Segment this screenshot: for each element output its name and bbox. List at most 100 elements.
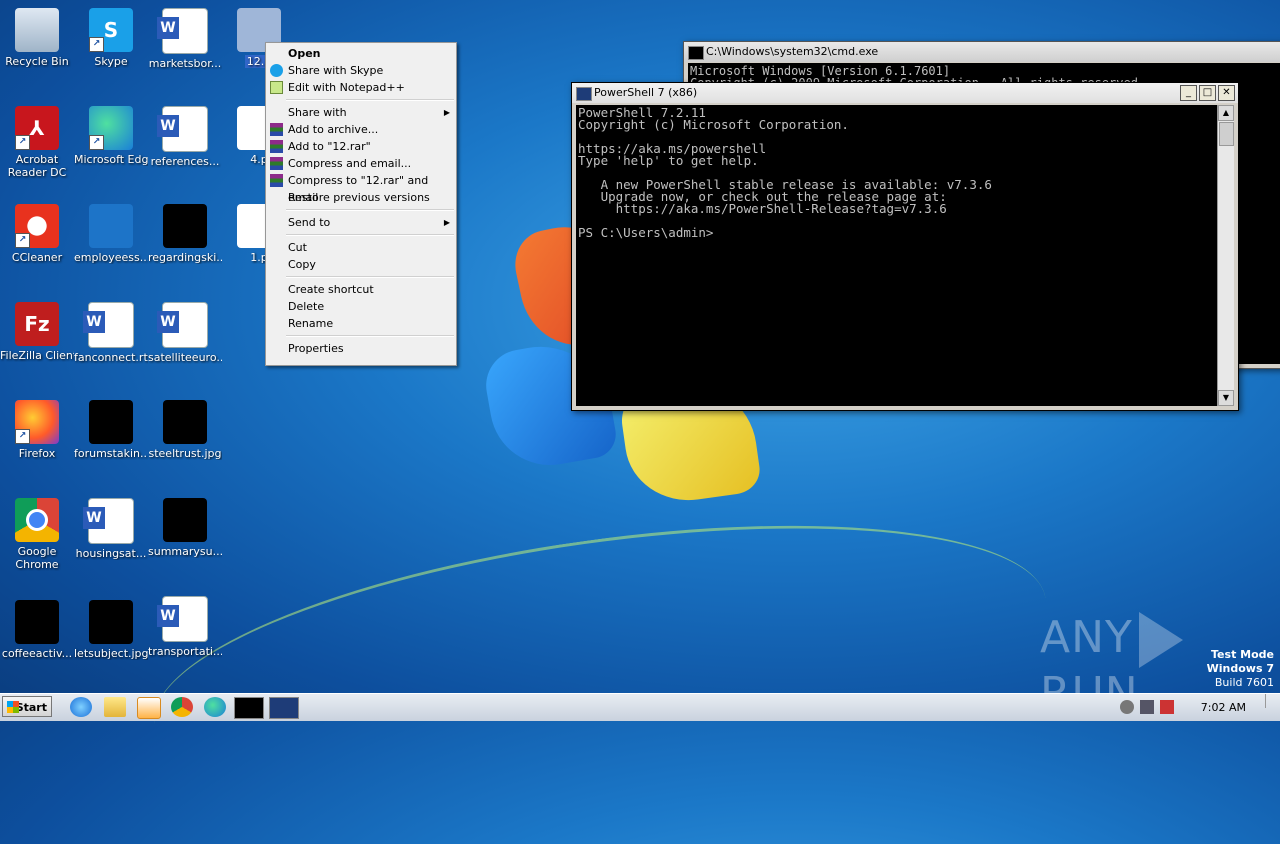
icon-label: Skype [94, 55, 128, 68]
desktop-icon-acrobat[interactable]: ⅄ ↗ Acrobat Reader DC [0, 106, 74, 179]
desktop-icon-regardingski[interactable]: regardingski... [148, 204, 222, 264]
console-prompt[interactable]: PS C:\Users\admin> [578, 226, 1220, 239]
menu-item-send-to[interactable]: Send to ▶ [266, 214, 456, 231]
image-file-icon [163, 204, 207, 248]
skype-icon [270, 64, 283, 77]
menu-item-cut[interactable]: Cut [266, 239, 456, 256]
volume-icon[interactable] [1120, 700, 1134, 714]
cmd-icon [688, 46, 704, 60]
desktop-icon-marketsbor[interactable]: marketsbor... [148, 8, 222, 70]
cmd-taskbar-icon[interactable] [234, 697, 264, 719]
submenu-arrow-icon: ▶ [443, 108, 450, 117]
powershell-window[interactable]: PowerShell 7 (x86) _ □ ✕ PowerShell 7.2.… [571, 82, 1239, 411]
icon-label: employeess... [74, 251, 148, 264]
scroll-thumb[interactable] [1219, 122, 1234, 146]
menu-item-restore-versions[interactable]: Restore previous versions [266, 189, 456, 206]
icon-label: regardingski... [148, 251, 222, 264]
menu-label: Cut [288, 241, 307, 254]
menu-separator [286, 99, 454, 101]
skype-icon: S ↗ [89, 8, 133, 52]
network-icon[interactable] [1140, 700, 1154, 714]
scroll-down-icon[interactable]: ▼ [1218, 390, 1234, 406]
desktop-icon-firefox[interactable]: ↗ Firefox [0, 400, 74, 460]
menu-item-share-with[interactable]: Share with ▶ [266, 104, 456, 121]
edge-icon[interactable] [204, 697, 226, 717]
menu-separator [286, 234, 454, 236]
menu-item-share-skype[interactable]: Share with Skype [266, 62, 456, 79]
icon-label: Firefox [18, 447, 56, 460]
start-button[interactable]: Start [2, 696, 52, 717]
menu-item-open[interactable]: Open [266, 45, 456, 62]
desktop-icon-references[interactable]: references... [148, 106, 222, 168]
chrome-icon [15, 498, 59, 542]
menu-item-compress-rar-email[interactable]: Compress to "12.rar" and email [266, 172, 456, 204]
vertical-scrollbar[interactable]: ▲ ▼ [1217, 105, 1234, 406]
console-line: Copyright (c) Microsoft Corporation. [578, 117, 849, 132]
menu-label: Rename [288, 317, 334, 330]
menu-label: Properties [288, 342, 344, 355]
menu-label: Create shortcut [288, 283, 374, 296]
edge-icon: ↗ [89, 106, 133, 150]
powershell-taskbar-icon[interactable] [269, 697, 299, 719]
maximize-button[interactable]: □ [1199, 85, 1216, 101]
menu-item-compress-email[interactable]: Compress and email... [266, 155, 456, 172]
desktop-icon-coffeeactiv[interactable]: coffeeactiv... [0, 600, 74, 660]
menu-item-edit-notepad[interactable]: Edit with Notepad++ [266, 79, 456, 96]
icon-label: Google Chrome [15, 545, 59, 571]
menu-item-add-archive[interactable]: Add to archive... [266, 121, 456, 138]
test-mode-line: Test Mode [1211, 648, 1274, 661]
console-line: https://aka.ms/PowerShell-Release?tag=v7… [578, 201, 947, 216]
icon-label: satelliteeuro... [148, 351, 222, 364]
menu-item-add-rar[interactable]: Add to "12.rar" [266, 138, 456, 155]
explorer-icon[interactable] [104, 697, 126, 717]
desktop-icon-forumstakin[interactable]: forumstakin... [74, 400, 148, 460]
image-file-icon [15, 600, 59, 644]
desktop-icon-summarysu[interactable]: summarysu... [148, 498, 222, 558]
desktop-icon-chrome[interactable]: Google Chrome [0, 498, 74, 571]
desktop-icon-satelliteeuro[interactable]: satelliteeuro... [148, 302, 222, 364]
menu-item-create-shortcut[interactable]: Create shortcut [266, 281, 456, 298]
chrome-icon[interactable] [171, 697, 193, 717]
flag-icon[interactable] [1160, 700, 1174, 714]
desktop-icon-recycle-bin[interactable]: Recycle Bin [0, 8, 74, 68]
menu-label: Open [288, 47, 321, 60]
cmd-titlebar[interactable]: C:\Windows\system32\cmd.exe [684, 42, 1280, 62]
desktop-icon-filezilla[interactable]: Fz FileZilla Client [0, 302, 74, 362]
show-desktop-button[interactable] [1265, 694, 1280, 708]
desktop-icon-letsubject[interactable]: letsubject.jpg [74, 600, 148, 660]
menu-item-delete[interactable]: Delete [266, 298, 456, 315]
image-file-icon [89, 400, 133, 444]
word-doc-icon [157, 106, 208, 152]
media-player-icon[interactable] [137, 697, 161, 719]
icon-label: coffeeactiv... [1, 647, 73, 660]
word-doc-icon [157, 302, 208, 348]
ps-title: PowerShell 7 (x86) [594, 86, 698, 99]
cmd-title: C:\Windows\system32\cmd.exe [706, 45, 879, 58]
powershell-icon [576, 87, 592, 101]
icon-label: transportati... [148, 645, 222, 658]
notepad-plus-icon [270, 81, 283, 94]
menu-item-rename[interactable]: Rename [266, 315, 456, 332]
ps-console[interactable]: PowerShell 7.2.11 Copyright (c) Microsof… [576, 105, 1222, 406]
image-file-icon [89, 204, 133, 248]
desktop-icon-steeltrust[interactable]: steeltrust.jpg [148, 400, 222, 460]
menu-item-copy[interactable]: Copy [266, 256, 456, 273]
scroll-up-icon[interactable]: ▲ [1218, 105, 1234, 121]
menu-item-properties[interactable]: Properties [266, 340, 456, 357]
ps-titlebar[interactable]: PowerShell 7 (x86) _ □ ✕ [572, 83, 1238, 103]
clock[interactable]: 7:02 AM [1201, 694, 1246, 721]
close-button[interactable]: ✕ [1218, 85, 1235, 101]
winrar-icon [270, 140, 283, 153]
desktop-icon-transportati[interactable]: transportati... [148, 596, 222, 658]
desktop-icon-housingsat[interactable]: housingsat... [74, 498, 148, 560]
minimize-button[interactable]: _ [1180, 85, 1197, 101]
internet-explorer-icon[interactable] [70, 697, 92, 717]
menu-separator [286, 209, 454, 211]
desktop-icon-ccleaner[interactable]: ↗ CCleaner [0, 204, 74, 264]
desktop-icon-fanconnect[interactable]: fanconnect.rtf [74, 302, 148, 364]
desktop-icon-employeess[interactable]: employeess... [74, 204, 148, 264]
word-doc-icon [83, 498, 134, 544]
desktop-icon-edge[interactable]: ↗ Microsoft Edge [74, 106, 148, 166]
word-doc-icon [83, 302, 134, 348]
desktop-icon-skype[interactable]: S ↗ Skype [74, 8, 148, 68]
